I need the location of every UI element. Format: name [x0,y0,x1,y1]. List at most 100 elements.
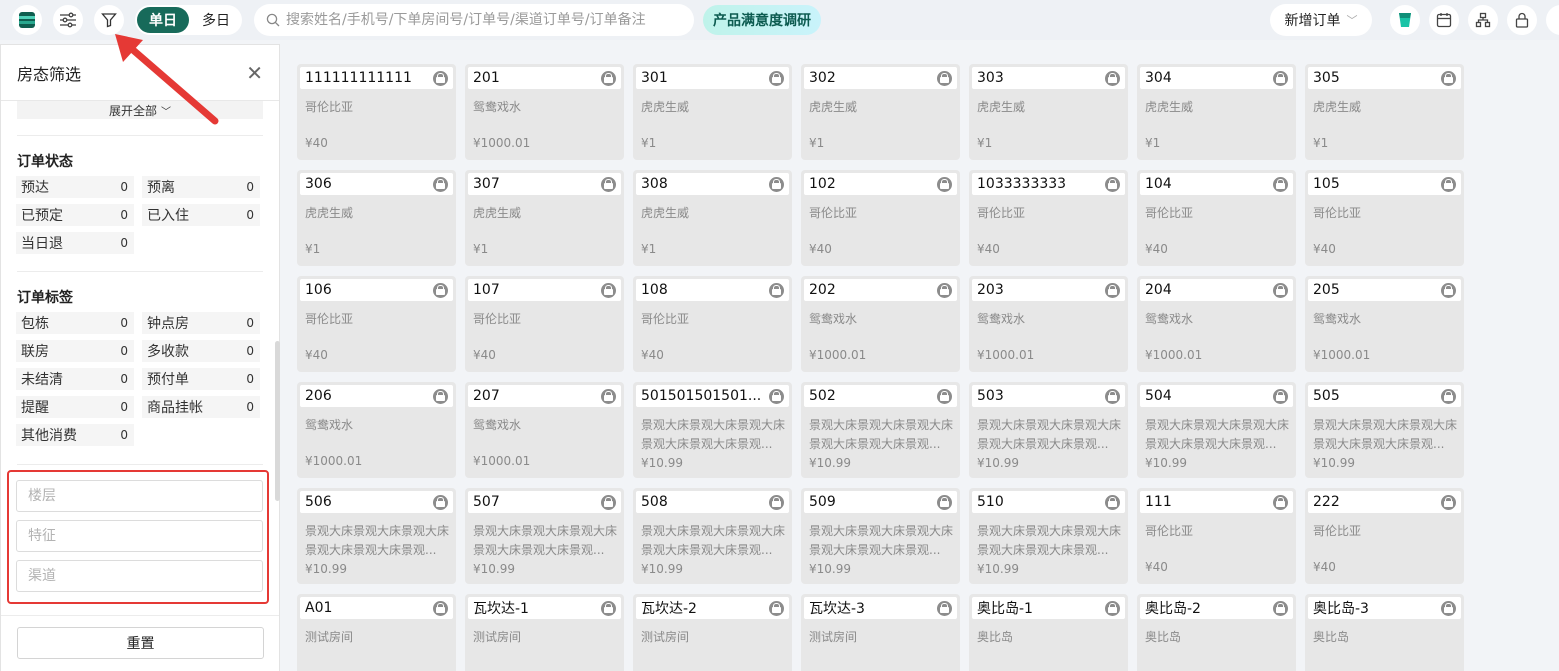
room-card[interactable]: 105 哥伦比亚 ¥40 [1305,170,1464,266]
lock-icon[interactable] [769,600,784,616]
lock-icon[interactable] [937,282,952,298]
lock-icon[interactable] [1507,5,1537,35]
lock-icon[interactable] [1441,176,1456,192]
new-order-dropdown[interactable]: 新增订单 ﹀ [1270,4,1372,36]
order-status-chip[interactable]: 已入住 0 [142,204,260,226]
lock-icon[interactable] [1105,494,1120,510]
lock-icon[interactable] [937,600,952,616]
order-tag-chip[interactable]: 未结清 0 [16,368,134,390]
lock-icon[interactable] [601,70,616,86]
lock-icon[interactable] [601,388,616,404]
lock-icon[interactable] [937,388,952,404]
room-card[interactable]: 505 景观大床景观大床景观大床景观大床景观大床景观... ¥10.99 [1305,382,1464,478]
expand-all-button[interactable]: 展开全部 ﹀ [17,101,263,119]
room-card[interactable]: 510 景观大床景观大床景观大床景观大床景观大床景观... ¥10.99 [969,488,1128,584]
order-tag-chip[interactable]: 预付单 0 [142,368,260,390]
room-card[interactable]: 501501501501... 景观大床景观大床景观大床景观大床景观大床景观...… [633,382,792,478]
lock-icon[interactable] [937,176,952,192]
lock-icon[interactable] [433,600,448,616]
room-card[interactable]: 203 鸳鸯戏水 ¥1000.01 [969,276,1128,372]
room-card[interactable]: 202 鸳鸯戏水 ¥1000.01 [801,276,960,372]
lock-icon[interactable] [1441,70,1456,86]
room-card[interactable]: 111 哥伦比亚 ¥40 [1137,488,1296,584]
room-card[interactable]: 307 虎虎生威 ¥1 [465,170,624,266]
room-card[interactable]: 204 鸳鸯戏水 ¥1000.01 [1137,276,1296,372]
lock-icon[interactable] [433,70,448,86]
lock-icon[interactable] [1273,282,1288,298]
lock-icon[interactable] [1273,70,1288,86]
lock-icon[interactable] [1105,282,1120,298]
lock-icon[interactable] [1105,600,1120,616]
room-card[interactable]: 201 鸳鸯戏水 ¥1000.01 [465,64,624,160]
room-card[interactable]: 502 景观大床景观大床景观大床景观大床景观大床景观... ¥10.99 [801,382,960,478]
room-card[interactable]: 111111111111 哥伦比亚 ¥40 [297,64,456,160]
room-card[interactable]: 1033333333 哥伦比亚 ¥40 [969,170,1128,266]
room-card[interactable]: 瓦坎达-2 测试房间 [633,594,792,671]
room-card[interactable]: 奥比岛-1 奥比岛 [969,594,1128,671]
lock-icon[interactable] [1273,176,1288,192]
room-card[interactable]: 222 哥伦比亚 ¥40 [1305,488,1464,584]
lock-icon[interactable] [769,494,784,510]
lock-icon[interactable] [433,388,448,404]
single-day-tab[interactable]: 单日 [137,7,189,33]
room-card[interactable]: 301 虎虎生威 ¥1 [633,64,792,160]
lock-icon[interactable] [1105,176,1120,192]
order-status-chip[interactable]: 当日退 0 [16,232,134,254]
panel-scrollbar[interactable] [275,341,280,501]
room-card[interactable]: 104 哥伦比亚 ¥40 [1137,170,1296,266]
app-logo-icon[interactable] [12,5,42,35]
room-card[interactable]: 308 虎虎生威 ¥1 [633,170,792,266]
lock-icon[interactable] [601,176,616,192]
room-card[interactable]: 503 景观大床景观大床景观大床景观大床景观大床景观... ¥10.99 [969,382,1128,478]
order-status-chip[interactable]: 已预定 0 [16,204,134,226]
search-input[interactable] [286,12,686,28]
room-card[interactable]: 102 哥伦比亚 ¥40 [801,170,960,266]
room-card[interactable]: 506 景观大床景观大床景观大床景观大床景观大床景观... ¥10.99 [297,488,456,584]
more-icon[interactable] [1546,5,1559,35]
room-card[interactable]: 504 景观大床景观大床景观大床景观大床景观大床景观... ¥10.99 [1137,382,1296,478]
lock-icon[interactable] [1273,600,1288,616]
lock-icon[interactable] [1273,388,1288,404]
lock-icon[interactable] [769,282,784,298]
lock-icon[interactable] [937,70,952,86]
room-card[interactable]: 306 虎虎生威 ¥1 [297,170,456,266]
cup-icon[interactable] [1390,5,1420,35]
order-tag-chip[interactable]: 钟点房 0 [142,312,260,334]
lock-icon[interactable] [1441,494,1456,510]
room-card[interactable]: 奥比岛-2 奥比岛 [1137,594,1296,671]
reset-button[interactable]: 重置 [17,627,264,659]
room-card[interactable]: 205 鸳鸯戏水 ¥1000.01 [1305,276,1464,372]
room-card[interactable]: 206 鸳鸯戏水 ¥1000.01 [297,382,456,478]
room-card[interactable]: 507 景观大床景观大床景观大床景观大床景观大床景观... ¥10.99 [465,488,624,584]
lock-icon[interactable] [1105,70,1120,86]
room-card[interactable]: 302 虎虎生威 ¥1 [801,64,960,160]
sliders-icon[interactable] [53,5,83,35]
calendar-icon[interactable] [1429,5,1459,35]
lock-icon[interactable] [769,176,784,192]
lock-icon[interactable] [769,70,784,86]
room-card[interactable]: A01 测试房间 [297,594,456,671]
lock-icon[interactable] [433,176,448,192]
room-card[interactable]: 奥比岛-3 奥比岛 [1305,594,1464,671]
room-card[interactable]: 305 虎虎生威 ¥1 [1305,64,1464,160]
close-icon[interactable]: ✕ [246,63,263,83]
room-card[interactable]: 303 虎虎生威 ¥1 [969,64,1128,160]
multi-day-tab[interactable]: 多日 [192,7,240,33]
order-tag-chip[interactable]: 联房 0 [16,340,134,362]
hierarchy-icon[interactable] [1468,5,1498,35]
order-tag-chip[interactable]: 商品挂帐 0 [142,396,260,418]
room-card[interactable]: 207 鸳鸯戏水 ¥1000.01 [465,382,624,478]
order-tag-chip[interactable]: 多收款 0 [142,340,260,362]
lock-icon[interactable] [601,600,616,616]
order-status-chip[interactable]: 预离 0 [142,176,260,198]
order-status-chip[interactable]: 预达 0 [16,176,134,198]
lock-icon[interactable] [601,282,616,298]
room-card[interactable]: 304 虎虎生威 ¥1 [1137,64,1296,160]
order-tag-chip[interactable]: 提醒 0 [16,396,134,418]
order-tag-chip[interactable]: 其他消费 0 [16,424,134,446]
room-card[interactable]: 107 哥伦比亚 ¥40 [465,276,624,372]
order-tag-chip[interactable]: 包栋 0 [16,312,134,334]
lock-icon[interactable] [601,494,616,510]
survey-button[interactable]: 产品满意度调研 [703,5,821,35]
room-card[interactable]: 瓦坎达-3 测试房间 [801,594,960,671]
